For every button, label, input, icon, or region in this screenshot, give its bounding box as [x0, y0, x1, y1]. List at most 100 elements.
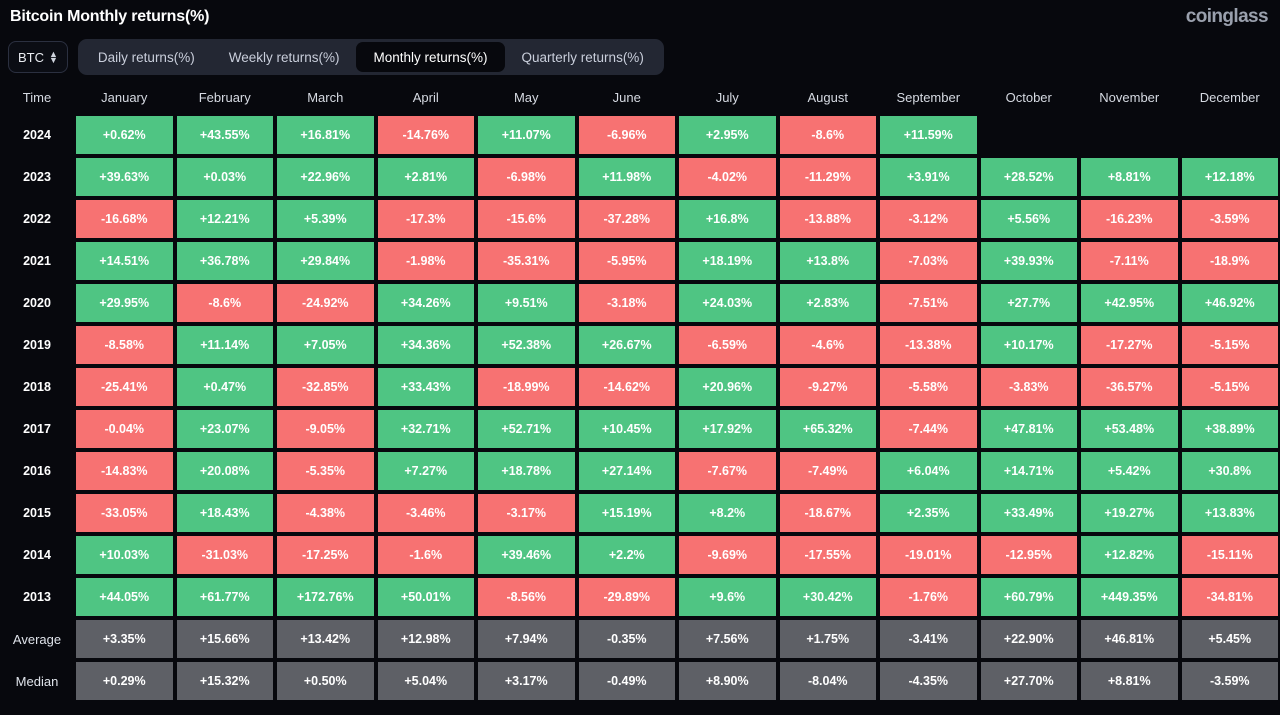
tab-monthly-returns[interactable]: Monthly returns(%)	[356, 42, 504, 72]
return-cell[interactable]: +38.89%	[1180, 408, 1280, 450]
return-cell[interactable]: +44.05%	[74, 576, 175, 618]
return-cell[interactable]: +60.79%	[979, 576, 1080, 618]
return-cell[interactable]: +52.38%	[476, 324, 577, 366]
return-cell[interactable]: +9.51%	[476, 282, 577, 324]
return-cell[interactable]: -6.96%	[577, 114, 678, 156]
return-cell[interactable]: -16.23%	[1079, 198, 1180, 240]
return-cell[interactable]: -8.04%	[778, 660, 879, 702]
return-cell[interactable]: +34.36%	[376, 324, 477, 366]
return-cell[interactable]: -33.05%	[74, 492, 175, 534]
return-cell[interactable]: -25.41%	[74, 366, 175, 408]
return-cell[interactable]: -18.67%	[778, 492, 879, 534]
return-cell[interactable]: +2.2%	[577, 534, 678, 576]
return-cell[interactable]: +449.35%	[1079, 576, 1180, 618]
return-cell[interactable]: +2.95%	[677, 114, 778, 156]
return-cell[interactable]: +10.03%	[74, 534, 175, 576]
return-cell[interactable]: +33.49%	[979, 492, 1080, 534]
return-cell[interactable]: +18.43%	[175, 492, 276, 534]
return-cell[interactable]: +39.46%	[476, 534, 577, 576]
return-cell[interactable]: +15.66%	[175, 618, 276, 660]
return-cell[interactable]: -15.6%	[476, 198, 577, 240]
return-cell[interactable]: +5.04%	[376, 660, 477, 702]
return-cell[interactable]: +3.17%	[476, 660, 577, 702]
return-cell[interactable]: +0.62%	[74, 114, 175, 156]
return-cell[interactable]: +12.98%	[376, 618, 477, 660]
return-cell[interactable]	[1180, 114, 1280, 156]
return-cell[interactable]: -31.03%	[175, 534, 276, 576]
return-cell[interactable]: +65.32%	[778, 408, 879, 450]
return-cell[interactable]: -3.59%	[1180, 660, 1280, 702]
return-cell[interactable]: -34.81%	[1180, 576, 1280, 618]
return-cell[interactable]: +0.47%	[175, 366, 276, 408]
return-cell[interactable]: -7.44%	[878, 408, 979, 450]
return-cell[interactable]: +46.81%	[1079, 618, 1180, 660]
return-cell[interactable]: +15.19%	[577, 492, 678, 534]
return-cell[interactable]: +0.29%	[74, 660, 175, 702]
return-cell[interactable]: -5.58%	[878, 366, 979, 408]
return-cell[interactable]: +22.96%	[275, 156, 376, 198]
return-cell[interactable]: +27.14%	[577, 450, 678, 492]
return-cell[interactable]: +52.71%	[476, 408, 577, 450]
return-cell[interactable]: +16.8%	[677, 198, 778, 240]
return-cell[interactable]: +9.6%	[677, 576, 778, 618]
return-cell[interactable]: -7.03%	[878, 240, 979, 282]
return-cell[interactable]: -5.15%	[1180, 324, 1280, 366]
return-cell[interactable]: -7.49%	[778, 450, 879, 492]
return-cell[interactable]: -8.58%	[74, 324, 175, 366]
return-cell[interactable]: -13.88%	[778, 198, 879, 240]
return-cell[interactable]: +12.21%	[175, 198, 276, 240]
return-cell[interactable]: -17.27%	[1079, 324, 1180, 366]
return-cell[interactable]: -17.25%	[275, 534, 376, 576]
return-cell[interactable]: +11.07%	[476, 114, 577, 156]
return-cell[interactable]: +8.2%	[677, 492, 778, 534]
return-cell[interactable]: +13.83%	[1180, 492, 1280, 534]
return-cell[interactable]: +29.95%	[74, 282, 175, 324]
return-cell[interactable]: +53.48%	[1079, 408, 1180, 450]
return-cell[interactable]: +8.81%	[1079, 660, 1180, 702]
return-cell[interactable]: -6.98%	[476, 156, 577, 198]
return-cell[interactable]: -3.12%	[878, 198, 979, 240]
return-cell[interactable]: +30.8%	[1180, 450, 1280, 492]
return-cell[interactable]: -37.28%	[577, 198, 678, 240]
return-cell[interactable]: -32.85%	[275, 366, 376, 408]
return-cell[interactable]: +13.42%	[275, 618, 376, 660]
return-cell[interactable]: +26.67%	[577, 324, 678, 366]
return-cell[interactable]: +36.78%	[175, 240, 276, 282]
return-cell[interactable]: -9.27%	[778, 366, 879, 408]
return-cell[interactable]: +7.94%	[476, 618, 577, 660]
return-cell[interactable]: +10.45%	[577, 408, 678, 450]
return-cell[interactable]: +5.42%	[1079, 450, 1180, 492]
return-cell[interactable]: -15.11%	[1180, 534, 1280, 576]
return-cell[interactable]: -5.35%	[275, 450, 376, 492]
return-cell[interactable]: +28.52%	[979, 156, 1080, 198]
return-cell[interactable]: +29.84%	[275, 240, 376, 282]
return-cell[interactable]: -3.46%	[376, 492, 477, 534]
return-cell[interactable]: +2.83%	[778, 282, 879, 324]
return-cell[interactable]: -6.59%	[677, 324, 778, 366]
return-cell[interactable]: +5.56%	[979, 198, 1080, 240]
return-cell[interactable]: +5.45%	[1180, 618, 1280, 660]
tab-quarterly-returns[interactable]: Quarterly returns(%)	[505, 42, 661, 72]
return-cell[interactable]: -17.55%	[778, 534, 879, 576]
return-cell[interactable]: -14.76%	[376, 114, 477, 156]
return-cell[interactable]: -1.76%	[878, 576, 979, 618]
return-cell[interactable]: +8.90%	[677, 660, 778, 702]
return-cell[interactable]: -3.41%	[878, 618, 979, 660]
return-cell[interactable]: -1.6%	[376, 534, 477, 576]
return-cell[interactable]: +46.92%	[1180, 282, 1280, 324]
return-cell[interactable]: +27.7%	[979, 282, 1080, 324]
return-cell[interactable]: +8.81%	[1079, 156, 1180, 198]
return-cell[interactable]: -29.89%	[577, 576, 678, 618]
return-cell[interactable]: +42.95%	[1079, 282, 1180, 324]
return-cell[interactable]: +3.91%	[878, 156, 979, 198]
return-cell[interactable]: -9.05%	[275, 408, 376, 450]
return-cell[interactable]: -14.62%	[577, 366, 678, 408]
return-cell[interactable]: +0.50%	[275, 660, 376, 702]
return-cell[interactable]: +11.59%	[878, 114, 979, 156]
return-cell[interactable]: +6.04%	[878, 450, 979, 492]
return-cell[interactable]: +32.71%	[376, 408, 477, 450]
return-cell[interactable]: -0.35%	[577, 618, 678, 660]
return-cell[interactable]: +22.90%	[979, 618, 1080, 660]
return-cell[interactable]: +7.56%	[677, 618, 778, 660]
return-cell[interactable]: +34.26%	[376, 282, 477, 324]
